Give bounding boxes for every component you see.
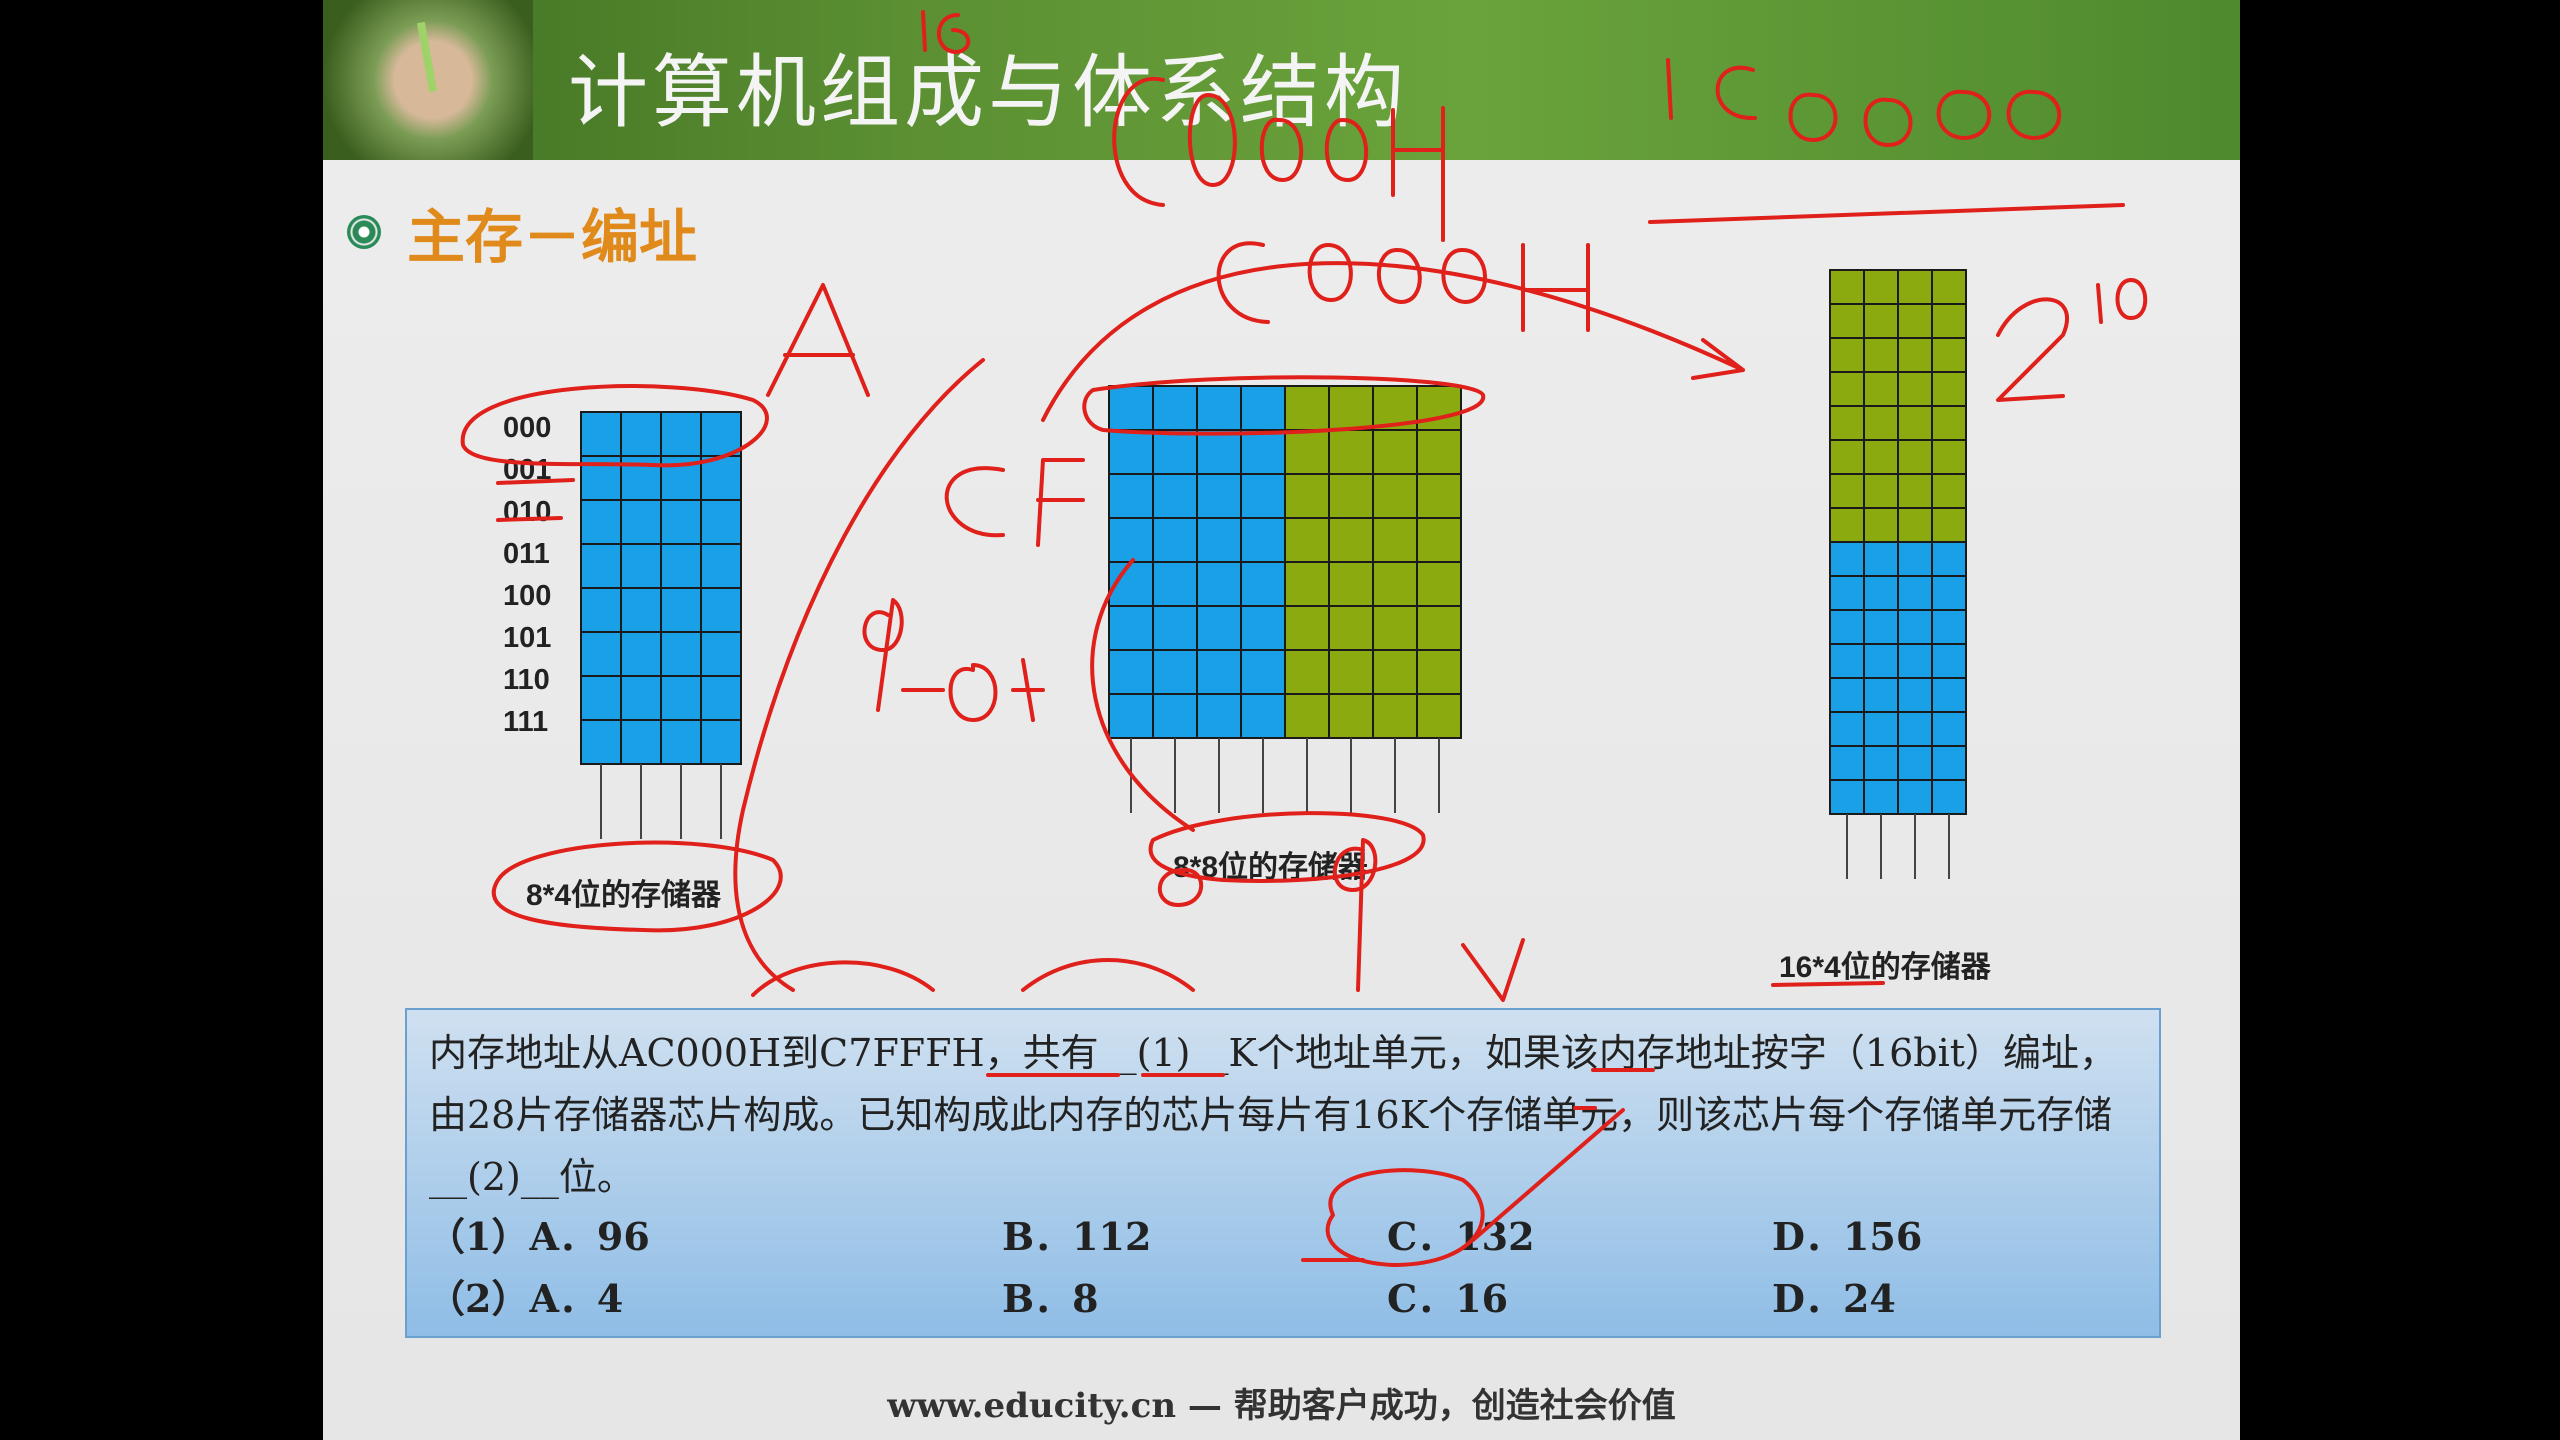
ink-letter-c — [944, 466, 1005, 538]
ink-digit — [1259, 117, 1304, 182]
ink-letter-f — [1036, 458, 1085, 547]
ink-digit — [1377, 248, 1422, 304]
ink-bracket — [751, 958, 1195, 997]
slide: 计算机组成与体系结构 主存－编址 000 001 010 011 100 101… — [323, 0, 2240, 1440]
ink-arrow — [1461, 938, 1525, 1002]
ink-circle — [1325, 1168, 1485, 1267]
ink-digit — [1936, 89, 1992, 140]
ink-digit — [1324, 118, 1369, 182]
ink-digit — [1307, 243, 1353, 302]
ink-circle — [1082, 375, 1486, 436]
ink-letter-c — [1715, 65, 1757, 121]
ink-digit — [936, 13, 971, 54]
ink-underline — [1771, 981, 1885, 987]
ink-letter-h — [1391, 106, 1445, 242]
ink-digit — [948, 663, 998, 722]
ink-digit — [921, 10, 927, 52]
ink-line — [1471, 1108, 1625, 1242]
ink-digit — [1863, 97, 1913, 147]
handwriting-layer — [460, 10, 2148, 1267]
ink-digit — [2096, 283, 2103, 324]
ink-letter-h — [1521, 243, 1590, 332]
ink-letter-a — [766, 283, 870, 397]
ink-digit — [1788, 92, 1838, 142]
ink-curve — [1090, 558, 1195, 832]
ink-digit — [1666, 58, 1673, 120]
ink-arrow — [1041, 261, 1745, 422]
ink-digit — [2006, 89, 2062, 140]
ink-letter-c — [1112, 76, 1165, 207]
ink-underline — [496, 478, 575, 522]
ink-digit — [1996, 297, 2069, 402]
ink-digit — [1333, 838, 1378, 992]
ink-digit — [1187, 93, 1237, 187]
ink-digit — [2115, 278, 2148, 320]
ink-letter-c — [1216, 241, 1270, 324]
ink-underline — [986, 1068, 1655, 1110]
ink-circle — [460, 384, 769, 468]
ink-underline — [1648, 203, 2125, 224]
ink-digit — [862, 598, 904, 712]
ink-dash — [1011, 658, 1045, 722]
